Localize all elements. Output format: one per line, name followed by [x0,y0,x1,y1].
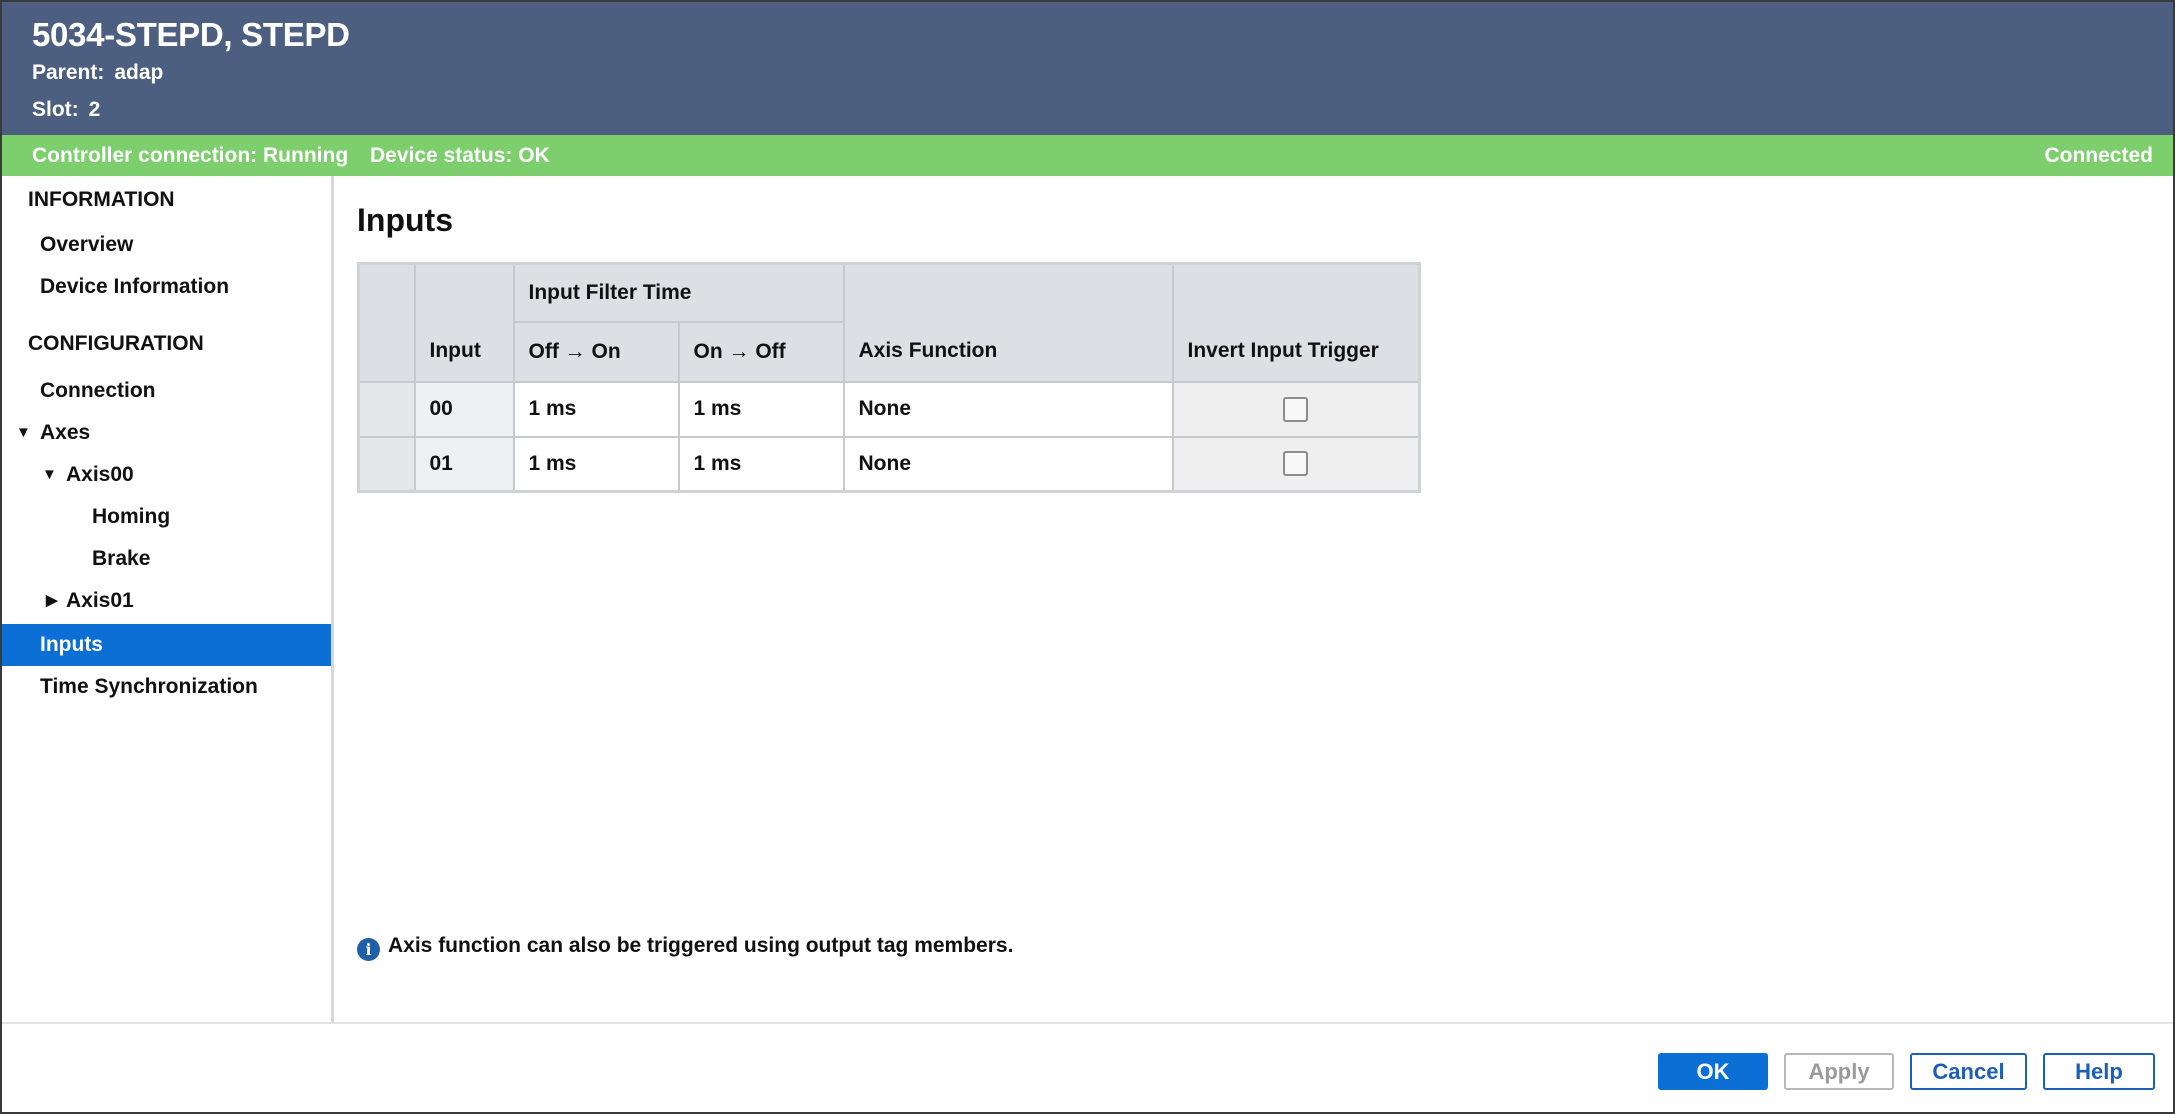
sidebar-item-axes[interactable]: ▼ Axes [2,412,331,454]
info-icon: i [357,938,380,961]
cancel-button[interactable]: Cancel [1910,1053,2027,1090]
invert-input-trigger-checkbox[interactable] [1283,396,1309,422]
parent-info: Parent: adap [32,61,163,85]
caret-right-icon[interactable]: ▶ [46,580,58,622]
help-button[interactable]: Help [2043,1053,2155,1090]
status-bar: Controller connection: Running Device st… [2,135,2173,176]
sidebar-item-label: Connection [40,379,156,402]
slot-label: Slot: [32,98,79,121]
sidebar-item-label: Overview [40,233,134,256]
sidebar-heading-configuration: CONFIGURATION [28,332,204,355]
connection-state: Connected [2044,144,2153,167]
controller-connection-label: Controller connection: [32,144,258,167]
footer: OK Apply Cancel Help [2,1022,2173,1112]
column-group-input-filter-time: Input Filter Time [512,262,845,323]
ok-button[interactable]: OK [1658,1053,1768,1090]
sidebar-item-device-information[interactable]: Device Information [2,266,331,308]
parent-value: adap [114,61,164,84]
caret-down-icon[interactable]: ▼ [42,454,57,496]
column-header-input: Input [413,262,515,383]
sidebar-item-label: Inputs [40,633,103,656]
sidebar-item-label: Time Synchronization [40,675,258,698]
slot-info: Slot: 2 [32,98,100,122]
module-properties-dialog: 5034-STEPD, STEPD Parent: adap Slot: 2 Con… [0,0,2175,1114]
sidebar-item-label: Device Information [40,275,230,298]
invert-cell [1171,380,1421,438]
sidebar-item-label: Homing [92,505,171,528]
info-note-text: Axis function can also be triggered usin… [388,934,1014,957]
sidebar-item-connection[interactable]: Connection [2,370,331,412]
column-header-invert-input-trigger: Invert Input Trigger [1171,262,1421,383]
row-header-corner [357,262,416,383]
slot-value: 2 [88,98,101,121]
sidebar-item-label: Axis01 [66,589,134,612]
sidebar: INFORMATION Overview Device Information … [2,176,334,1022]
axis-function-cell[interactable]: None [842,435,1174,493]
row-selector[interactable] [357,435,416,493]
apply-button[interactable]: Apply [1784,1053,1894,1090]
on-off-cell[interactable]: 1 ms [677,435,845,493]
caret-down-icon[interactable]: ▼ [16,412,31,454]
table-row: 00 1 ms 1 ms None [357,380,1421,438]
controller-connection-value: Running [263,144,349,167]
sidebar-item-label: Brake [92,547,151,570]
sidebar-heading-information: INFORMATION [28,188,175,211]
off-on-cell[interactable]: 1 ms [512,380,680,438]
sidebar-item-time-synchronization[interactable]: Time Synchronization [2,666,331,708]
parent-label: Parent: [32,61,105,84]
column-header-axis-function: Axis Function [842,262,1174,383]
module-title: 5034-STEPD, STEPD [32,16,350,53]
sidebar-item-overview[interactable]: Overview [2,224,331,266]
table-row: 01 1 ms 1 ms None [357,435,1421,493]
sidebar-item-axis01[interactable]: ▶ Axis01 [2,580,331,622]
row-selector[interactable] [357,380,416,438]
sidebar-item-homing[interactable]: Homing [2,496,331,538]
header: 5034-STEPD, STEPD Parent: adap Slot: 2 [2,2,2173,135]
sidebar-item-label: Axes [40,421,91,444]
page-title: Inputs [357,202,453,238]
sidebar-item-brake[interactable]: Brake [2,538,331,580]
column-header-off-on: Off → On [512,320,680,383]
inputs-table: Input Input Filter Time Axis Function In… [357,262,1421,493]
on-off-cell[interactable]: 1 ms [677,380,845,438]
column-header-on-off: On → Off [677,320,845,383]
main-content: Inputs Input Input Filter Time Axis Func… [337,176,2173,1022]
sidebar-item-inputs[interactable]: Inputs [2,624,331,666]
status-left: Controller connection: Running Device st… [32,144,550,168]
sidebar-item-axis00[interactable]: ▼ Axis00 [2,454,331,496]
axis-function-cell[interactable]: None [842,380,1174,438]
device-status-label: Device status: [370,144,513,167]
invert-cell [1171,435,1421,493]
sidebar-item-label: Axis00 [66,463,134,486]
device-status-value: OK [518,144,550,167]
input-cell: 01 [413,435,515,493]
input-cell: 00 [413,380,515,438]
invert-input-trigger-checkbox[interactable] [1283,451,1309,477]
info-note: i Axis function can also be triggered usi… [357,934,1013,961]
off-on-cell[interactable]: 1 ms [512,435,680,493]
